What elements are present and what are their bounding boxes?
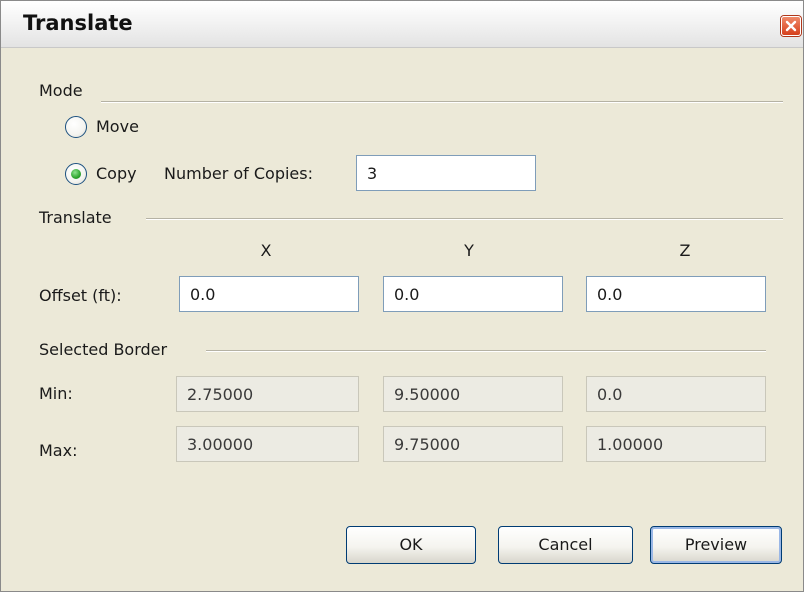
radio-selected-dot (71, 169, 81, 179)
max-y-field (383, 426, 563, 462)
move-radio-label[interactable]: Move (96, 117, 139, 136)
title-bar[interactable]: Translate (1, 1, 803, 48)
preview-button[interactable]: Preview (650, 526, 782, 564)
offset-y-input[interactable] (383, 276, 563, 312)
axis-y-header: Y (464, 241, 474, 260)
min-label: Min: (39, 384, 73, 403)
translate-group-divider (146, 218, 783, 220)
translate-dialog: Translate Mode Move Copy Number of Copie… (0, 0, 804, 592)
max-label: Max: (39, 441, 78, 460)
min-y-field (383, 376, 563, 412)
mode-group-label: Mode (39, 81, 91, 100)
offset-x-input[interactable] (179, 276, 359, 312)
min-z-field (586, 376, 766, 412)
selected-border-group-label: Selected Border (39, 340, 176, 359)
number-of-copies-input[interactable] (356, 155, 536, 191)
selected-border-group-divider (206, 350, 766, 352)
cancel-button[interactable]: Cancel (498, 526, 633, 564)
axis-z-header: Z (679, 241, 691, 260)
mode-group-divider (101, 101, 783, 103)
max-z-field (586, 426, 766, 462)
offset-z-input[interactable] (586, 276, 766, 312)
ok-button[interactable]: OK (346, 526, 476, 564)
min-x-field (176, 376, 359, 412)
translate-group-label: Translate (39, 208, 120, 227)
dialog-title: Translate (23, 11, 133, 35)
copy-radio[interactable] (65, 163, 87, 185)
axis-x-header: X (260, 241, 272, 260)
close-button[interactable] (781, 16, 801, 36)
number-of-copies-label: Number of Copies: (164, 164, 313, 183)
copy-radio-label[interactable]: Copy (96, 164, 137, 183)
close-icon (785, 20, 797, 32)
max-x-field (176, 426, 359, 462)
offset-label: Offset (ft): (39, 286, 122, 305)
move-radio[interactable] (65, 116, 87, 138)
